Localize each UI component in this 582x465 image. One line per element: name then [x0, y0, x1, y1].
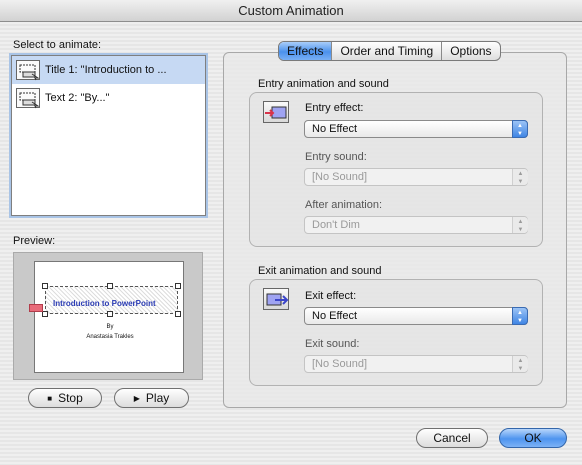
cancel-button[interactable]: Cancel	[416, 428, 488, 448]
window-title: Custom Animation	[0, 0, 582, 22]
exit-sound-select[interactable]: [No Sound] ▲ ▼	[304, 355, 528, 373]
exit-effect-value: No Effect	[312, 310, 358, 322]
slide-object-icon	[16, 60, 40, 81]
popup-arrows-icon: ▲ ▼	[512, 356, 528, 372]
popup-arrows-icon: ▲ ▼	[512, 307, 528, 325]
stop-icon: ■	[47, 394, 53, 403]
exit-effect-select[interactable]: No Effect ▲ ▼	[304, 307, 528, 325]
selection-handle	[107, 283, 113, 289]
after-animation-label: After animation:	[305, 199, 383, 211]
ok-button[interactable]: OK	[499, 428, 567, 448]
preview-label: Preview:	[13, 235, 56, 247]
entry-effect-value: No Effect	[312, 123, 358, 135]
select-to-animate-label: Select to animate:	[13, 39, 102, 51]
list-item-label: Text 2: "By..."	[45, 92, 110, 104]
preview-pane: Introduction to PowerPoint By Anastasia …	[13, 252, 203, 380]
stop-button[interactable]: ■ Stop	[28, 388, 102, 408]
entry-group-label: Entry animation and sound	[258, 78, 389, 90]
entry-animation-icon	[263, 101, 289, 123]
animate-object-list[interactable]: Title 1: "Introduction to ... Text 2: "B…	[11, 55, 206, 216]
slide-by-text: By	[106, 324, 114, 330]
tab-order-and-timing[interactable]: Order and Timing	[331, 42, 441, 60]
popup-arrows-icon: ▲ ▼	[512, 120, 528, 138]
list-item-text-2[interactable]: Text 2: "By..."	[12, 84, 205, 112]
popup-arrows-icon: ▲ ▼	[512, 169, 528, 185]
list-item-label: Title 1: "Introduction to ...	[45, 64, 167, 76]
exit-sound-value: [No Sound]	[312, 358, 368, 370]
entry-sound-select[interactable]: [No Sound] ▲ ▼	[304, 168, 528, 186]
list-item-title-1[interactable]: Title 1: "Introduction to ...	[12, 56, 205, 84]
slide-title-text: Introduction to PowerPoint	[53, 299, 156, 308]
selection-handle	[175, 311, 181, 317]
stop-label: Stop	[58, 391, 83, 405]
after-animation-value: Don't Dim	[312, 219, 360, 231]
play-label: Play	[145, 391, 170, 405]
entry-effect-select[interactable]: No Effect ▲ ▼	[304, 120, 528, 138]
entry-sound-value: [No Sound]	[312, 171, 368, 183]
selection-handle	[175, 283, 181, 289]
selection-handle	[42, 283, 48, 289]
tab-bar: Effects Order and Timing Options	[278, 41, 501, 61]
slide-thumbnail: Introduction to PowerPoint By Anastasia …	[29, 261, 184, 373]
entry-sound-label: Entry sound:	[305, 151, 367, 163]
exit-sound-label: Exit sound:	[305, 338, 360, 350]
popup-arrows-icon: ▲ ▼	[512, 217, 528, 233]
selection-handle	[107, 311, 113, 317]
tab-effects[interactable]: Effects	[279, 42, 332, 60]
exit-effect-label: Exit effect:	[305, 290, 357, 302]
slide-author-text: Anastasia Trakles	[86, 334, 134, 340]
exit-animation-icon	[263, 288, 289, 310]
slide-object-icon	[16, 88, 40, 109]
tab-options[interactable]: Options	[441, 42, 499, 60]
play-icon: ▶	[133, 394, 140, 403]
after-animation-select[interactable]: Don't Dim ▲ ▼	[304, 216, 528, 234]
entry-effect-label: Entry effect:	[305, 102, 364, 114]
play-button[interactable]: ▶ Play	[114, 388, 189, 408]
animation-arrow-icon	[29, 304, 43, 312]
exit-group-label: Exit animation and sound	[258, 265, 382, 277]
